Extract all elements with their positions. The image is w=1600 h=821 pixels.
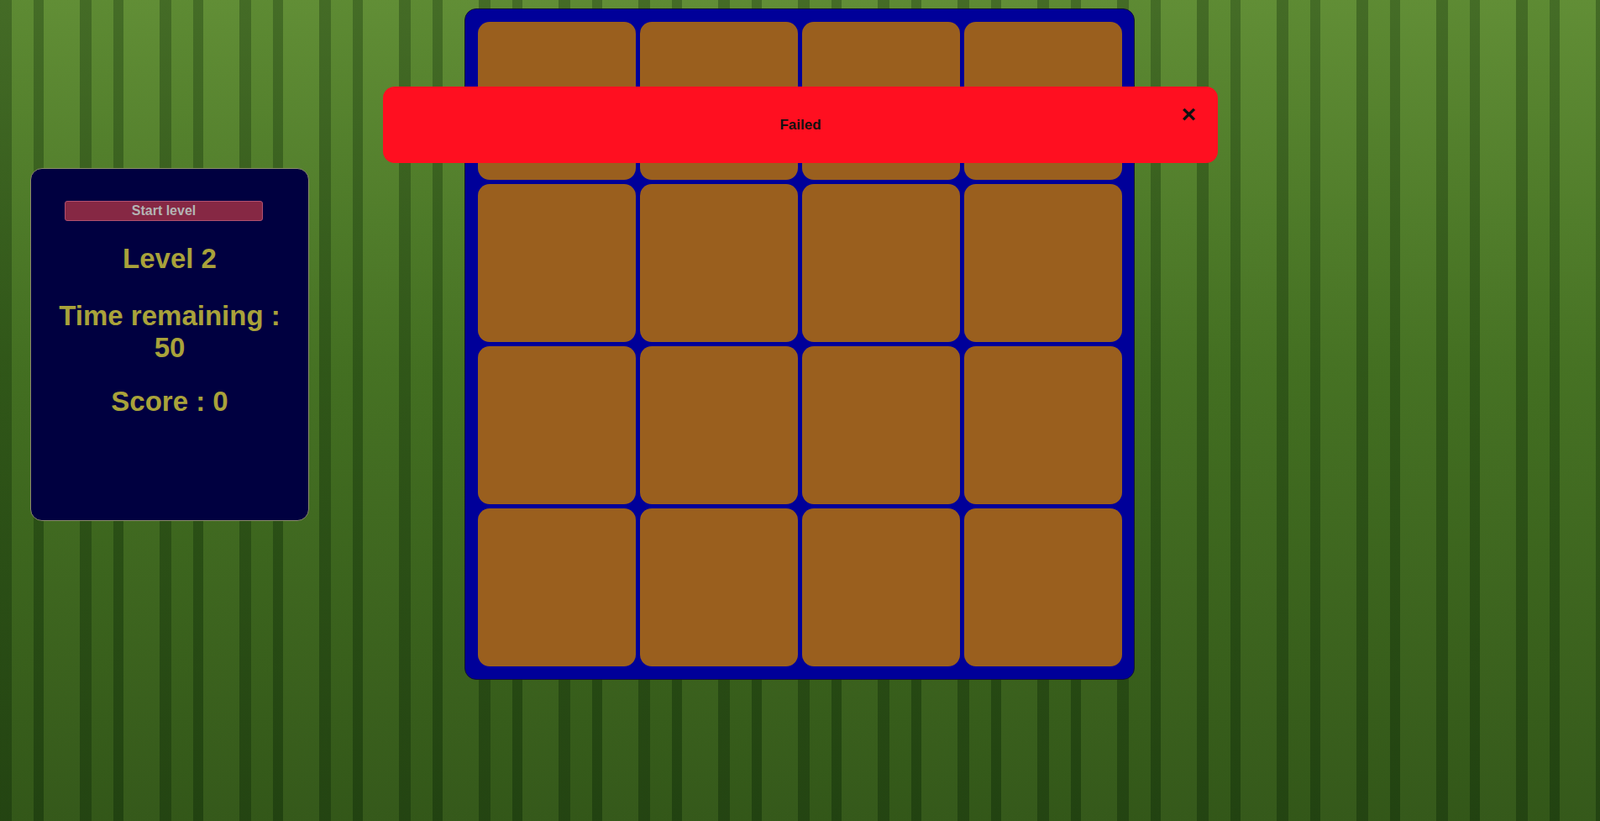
card-tile[interactable] — [964, 346, 1123, 504]
card-tile[interactable] — [802, 346, 960, 504]
card-tile[interactable] — [477, 346, 636, 504]
card-tile[interactable] — [477, 508, 636, 667]
time-label: Time remaining : — [58, 299, 280, 332]
time-remaining: Time remaining :50 — [58, 299, 280, 364]
start-level-button[interactable]: Start level — [64, 200, 263, 221]
card-tile[interactable] — [477, 183, 636, 342]
level-label: Level 2 — [122, 242, 217, 275]
card-tile[interactable] — [964, 508, 1123, 667]
failed-banner: Failed × — [382, 86, 1218, 163]
card-tile[interactable] — [640, 346, 798, 504]
card-tile[interactable] — [802, 183, 960, 342]
time-value: 50 — [58, 331, 280, 364]
game-page: Start level Level 2 Time remaining :50 Scor… — [0, 0, 1600, 821]
close-icon[interactable]: × — [1180, 101, 1197, 127]
score-label: Score : 0 — [110, 385, 228, 418]
card-tile[interactable] — [640, 183, 798, 342]
card-tile[interactable] — [640, 508, 798, 667]
card-tile[interactable] — [964, 183, 1123, 342]
card-tile[interactable] — [802, 508, 960, 667]
banner-message: Failed — [779, 116, 821, 134]
info-panel: Start level Level 2 Time remaining :50 Scor… — [30, 167, 310, 521]
